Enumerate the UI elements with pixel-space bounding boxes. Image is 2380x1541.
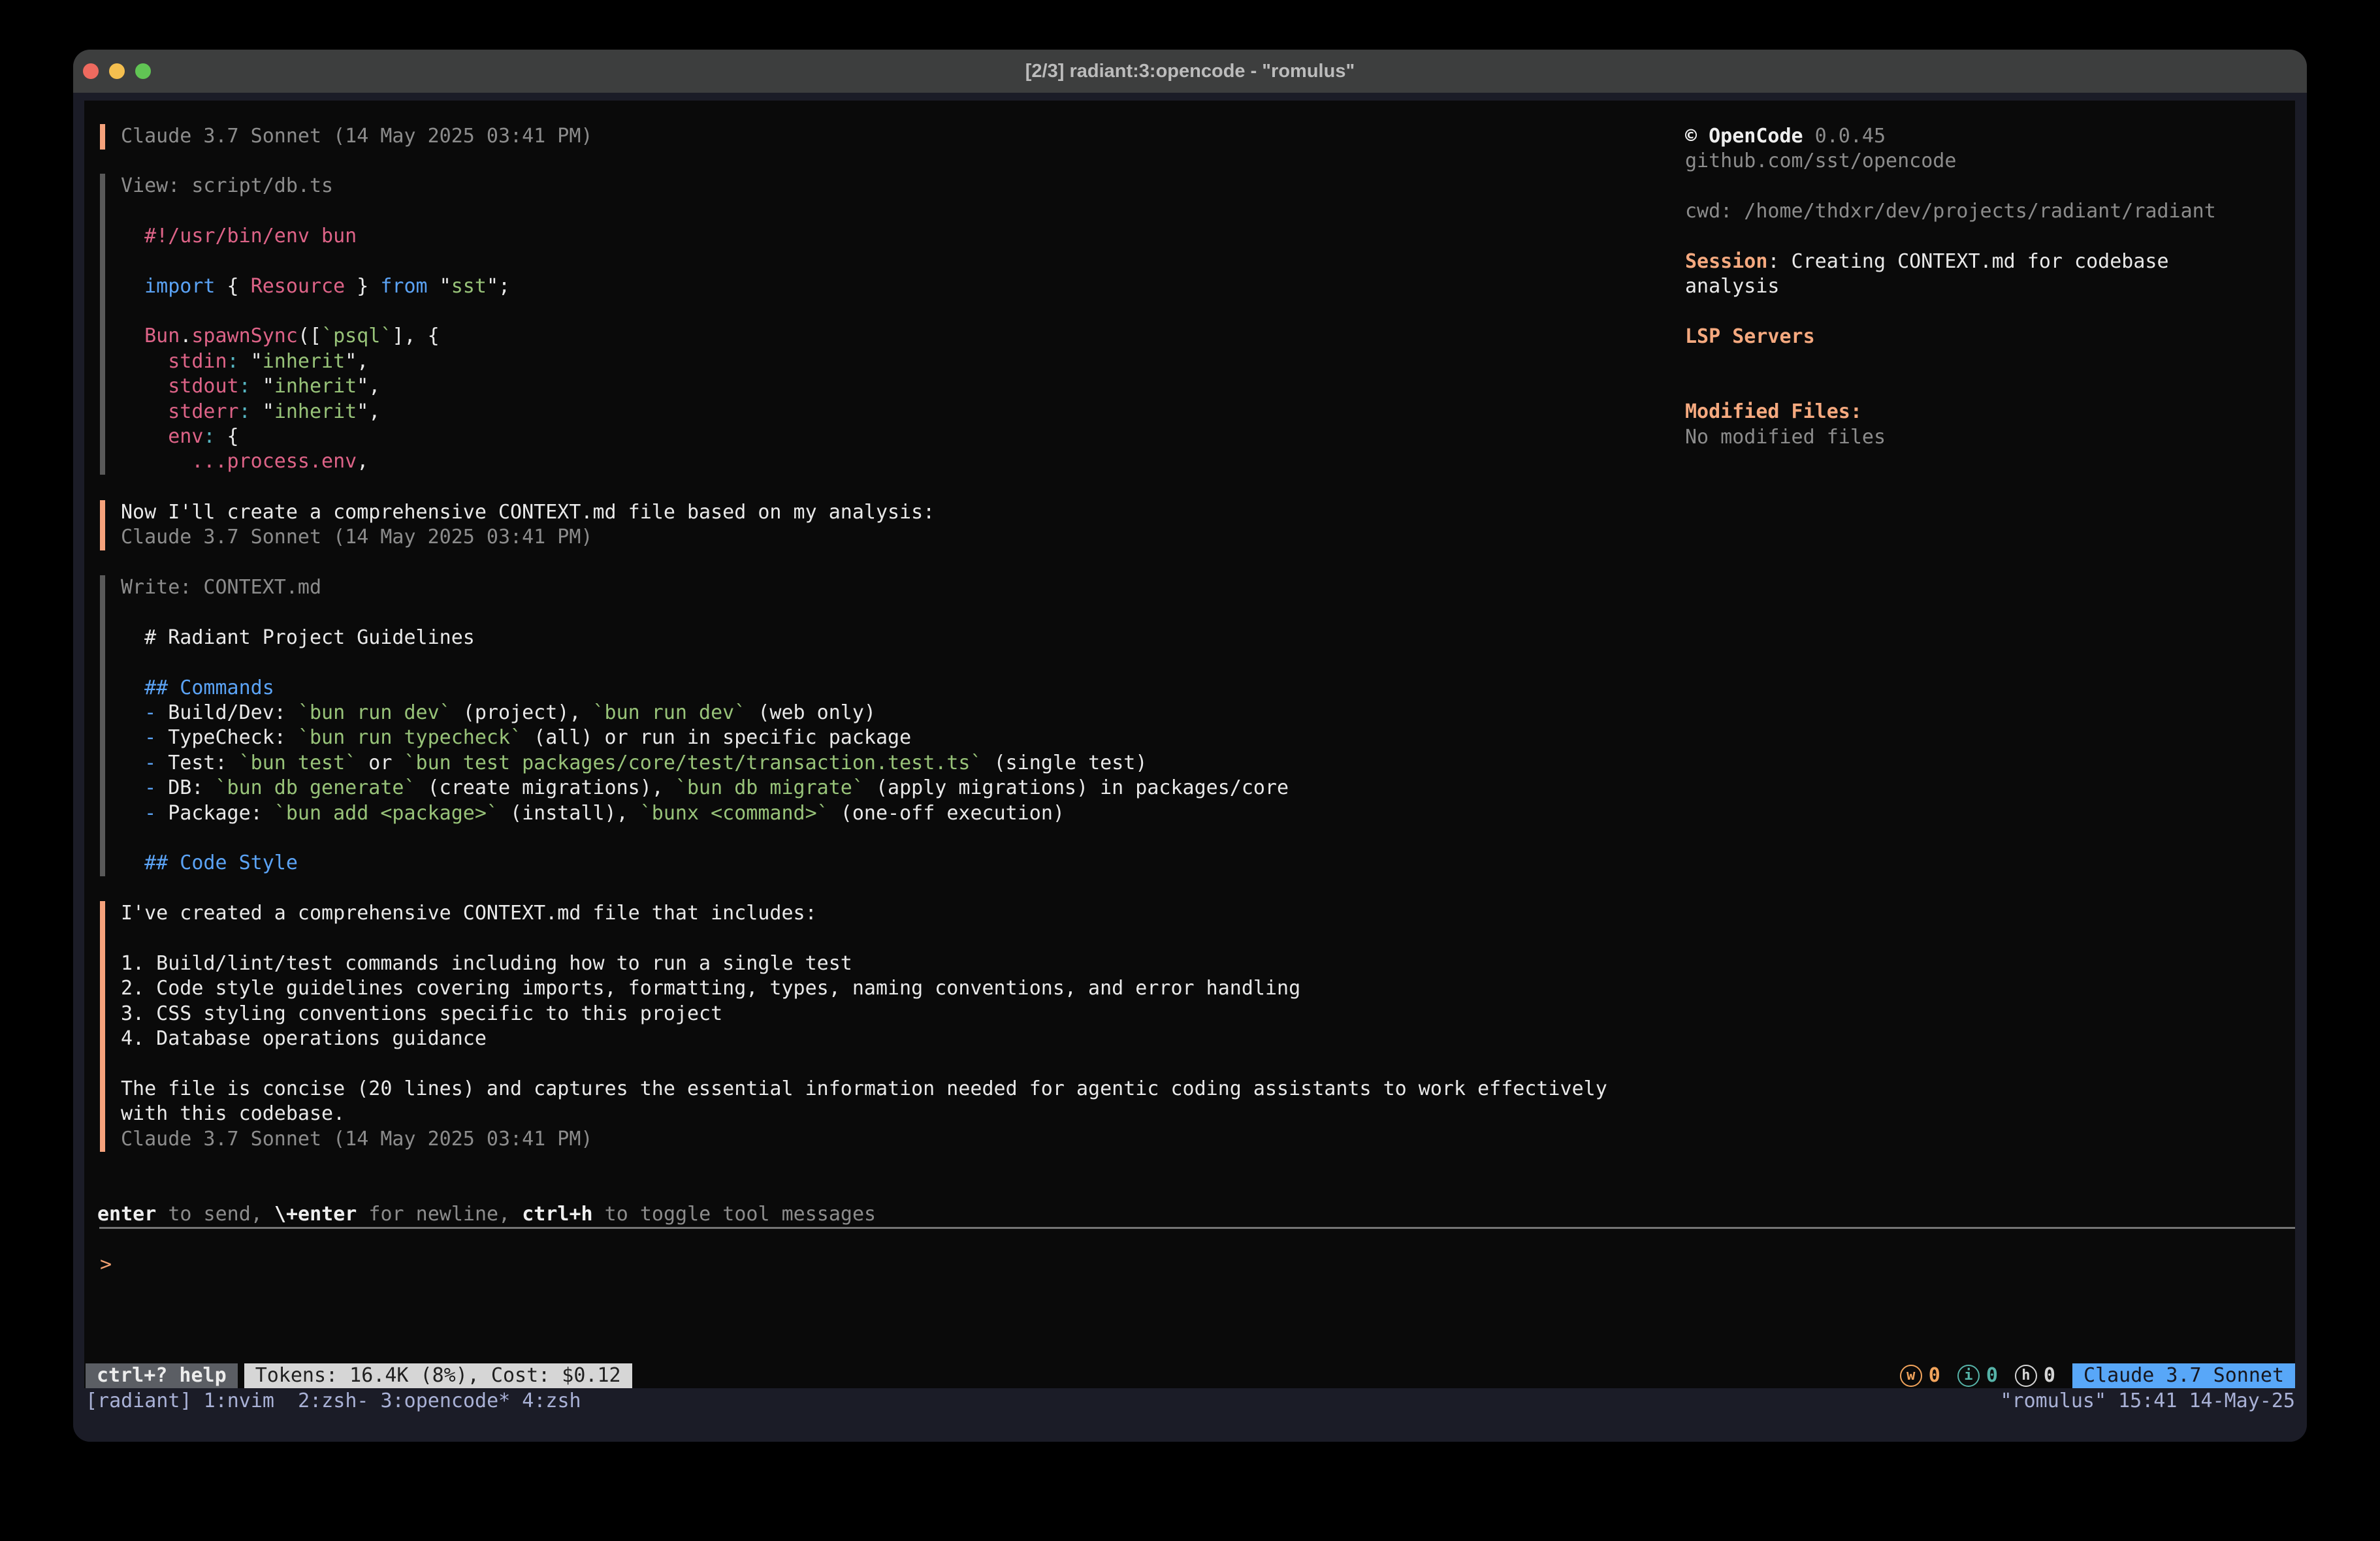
close-button[interactable]: [83, 63, 99, 79]
minimize-button[interactable]: [109, 63, 125, 79]
text-line: © OpenCode 0.0.45: [1685, 124, 2216, 149]
text-line: github.com/sst/opencode: [1685, 149, 2216, 174]
text-line: Modified Files:: [1685, 400, 2216, 424]
text-line: stdout: "inherit",: [121, 374, 510, 399]
prompt-input-line[interactable]: >: [100, 1252, 112, 1277]
info-icon: i: [1957, 1365, 1980, 1387]
text-line: 3. CSS styling conventions specific to t…: [121, 1002, 1607, 1026]
text-line: [1685, 225, 2216, 249]
text-line: I've created a comprehensive CONTEXT.md …: [121, 901, 1607, 926]
message-accent-bar: [100, 124, 105, 150]
text-line: Bun.spawnSync([`psql`], {: [121, 324, 510, 349]
info-indicator: i 0: [1957, 1363, 1998, 1388]
text-line: [121, 199, 510, 223]
text-line: cwd: /home/thdxr/dev/projects/radiant/ra…: [1685, 199, 2216, 224]
text-line: 2. Code style guidelines covering import…: [121, 976, 1607, 1001]
title-bar: [2/3] radiant:3:opencode - "romulus": [73, 50, 2307, 93]
text-line: [1685, 174, 2216, 199]
text-line: Session: Creating CONTEXT.md for codebas…: [1685, 249, 2216, 274]
text-line: enter to send, \+enter for newline, ctrl…: [97, 1202, 876, 1227]
tmux-status-bar: [radiant] 1:nvim 2:zsh- 3:opencode* 4:zs…: [73, 1388, 2307, 1414]
text-line: Write: CONTEXT.md: [121, 575, 1289, 600]
tool-block-border: [100, 174, 105, 475]
terminal-window: [2/3] radiant:3:opencode - "romulus" Cla…: [73, 50, 2307, 1442]
text-line: [1685, 350, 2216, 375]
text-line: - Test: `bun test` or `bun test packages…: [121, 751, 1289, 776]
keybinding-hint: enter to send, \+enter for newline, ctrl…: [97, 1202, 876, 1227]
text-line: View: script/db.ts: [121, 174, 510, 199]
text-line: stderr: "inherit",: [121, 400, 510, 424]
text-line: 1. Build/lint/test commands including ho…: [121, 951, 1607, 976]
assistant-message-header: Claude 3.7 Sonnet (14 May 2025 03:41 PM): [121, 124, 592, 149]
window-title: [2/3] radiant:3:opencode - "romulus": [1025, 61, 1355, 82]
text-line: [1685, 375, 2216, 400]
text-line: ## Code Style: [121, 851, 1289, 876]
assistant-message: Now I'll create a comprehensive CONTEXT.…: [121, 500, 935, 550]
text-line: ...process.env,: [121, 449, 510, 474]
input-separator: [99, 1227, 2295, 1229]
warnings-indicator: w 0: [1900, 1363, 1940, 1388]
text-line: The file is concise (20 lines) and captu…: [121, 1077, 1607, 1102]
prompt-caret: >: [100, 1253, 112, 1276]
text-line: 4. Database operations guidance: [121, 1026, 1607, 1051]
text-line: [121, 826, 1289, 851]
text-line: LSP Servers: [1685, 325, 2216, 349]
text-line: - DB: `bun db generate` (create migratio…: [121, 776, 1289, 801]
text-line: [121, 600, 1289, 625]
text-line: Now I'll create a comprehensive CONTEXT.…: [121, 500, 935, 525]
terminal-content: Claude 3.7 Sonnet (14 May 2025 03:41 PM)…: [73, 93, 2307, 1442]
sidebar-info-panel: © OpenCode 0.0.45github.com/sst/opencode…: [1685, 124, 2216, 450]
text-line: - Package: `bun add <package>` (install)…: [121, 801, 1289, 826]
warning-icon: w: [1900, 1365, 1922, 1387]
text-line: analysis: [1685, 274, 2216, 299]
message-accent-bar: [100, 901, 105, 1152]
text-line: env: {: [121, 424, 510, 449]
assistant-message: I've created a comprehensive CONTEXT.md …: [121, 901, 1607, 1152]
warning-count: 0: [1929, 1363, 1940, 1388]
text-line: - TypeCheck: `bun run typecheck` (all) o…: [121, 725, 1289, 750]
model-badge: Claude 3.7 Sonnet: [2072, 1363, 2295, 1388]
tmux-window-list[interactable]: [radiant] 1:nvim 2:zsh- 3:opencode* 4:zs…: [86, 1389, 581, 1414]
text-line: [121, 650, 1289, 675]
tmux-session-clock: "romulus" 15:41 14-May-25: [2000, 1389, 2295, 1414]
tool-view-block: View: script/db.ts #!/usr/bin/env bun im…: [121, 174, 510, 475]
tool-block-border: [100, 575, 105, 876]
status-bar: ctrl+? help Tokens: 16.4K (8%), Cost: $0…: [86, 1363, 2295, 1388]
info-count: 0: [1986, 1363, 1998, 1388]
text-line: with this codebase.: [121, 1102, 1607, 1126]
text-line: import { Resource } from "sst";: [121, 274, 510, 299]
hint-count: 0: [2044, 1363, 2055, 1388]
text-line: - Build/Dev: `bun run dev` (project), `b…: [121, 701, 1289, 725]
hint-icon: h: [2015, 1365, 2037, 1387]
tokens-cost-badge: Tokens: 16.4K (8%), Cost: $0.12: [244, 1363, 632, 1388]
text-line: Claude 3.7 Sonnet (14 May 2025 03:41 PM): [121, 1127, 1607, 1152]
message-accent-bar: [100, 500, 105, 550]
text-line: [121, 249, 510, 274]
help-badge: ctrl+? help: [86, 1363, 238, 1388]
text-line: ## Commands: [121, 676, 1289, 701]
hint-indicator: h 0: [2015, 1363, 2055, 1388]
text-line: [121, 926, 1607, 951]
text-line: No modified files: [1685, 425, 2216, 450]
tool-write-block: Write: CONTEXT.md # Radiant Project Guid…: [121, 575, 1289, 876]
text-line: Claude 3.7 Sonnet (14 May 2025 03:41 PM): [121, 124, 592, 149]
text-line: #!/usr/bin/env bun: [121, 224, 510, 249]
text-line: [1685, 300, 2216, 325]
text-line: Claude 3.7 Sonnet (14 May 2025 03:41 PM): [121, 525, 935, 550]
text-line: # Radiant Project Guidelines: [121, 626, 1289, 650]
text-line: stdin: "inherit",: [121, 349, 510, 374]
text-line: [121, 299, 510, 324]
text-line: [121, 1051, 1607, 1076]
zoom-button[interactable]: [135, 63, 151, 79]
